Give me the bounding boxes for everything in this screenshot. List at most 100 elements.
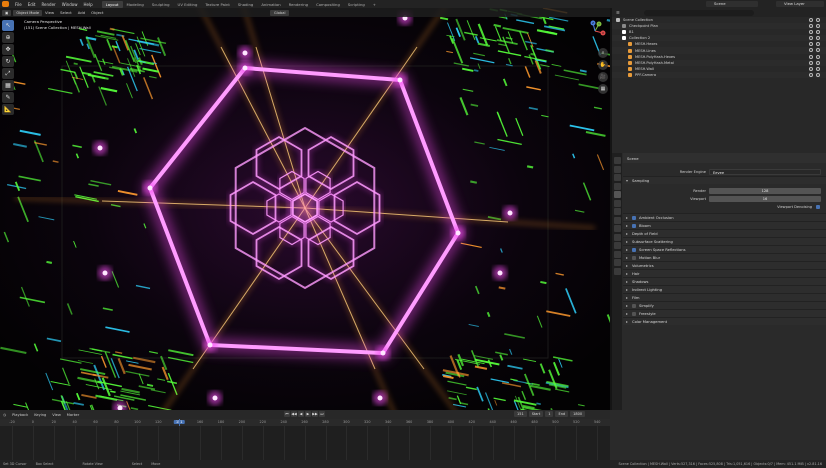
physics-tab-icon[interactable] (613, 233, 621, 241)
panel-expand-icon[interactable] (626, 320, 628, 323)
viewport-menu-view[interactable]: View (42, 10, 57, 15)
workspace-tab-modeling[interactable]: Modeling (123, 1, 148, 8)
render-camera-icon[interactable] (816, 72, 820, 77)
render-camera-icon[interactable] (816, 48, 820, 53)
navigation-gizmo[interactable]: X Y Z (584, 20, 606, 42)
scene-tab-icon[interactable] (613, 191, 621, 198)
panel-enable-checkbox[interactable] (632, 223, 636, 228)
render-tab-icon[interactable] (613, 165, 621, 173)
texture-tab-icon[interactable] (613, 267, 621, 275)
render-camera-icon[interactable] (816, 24, 820, 29)
properties-panel[interactable]: Ambient Occlusion (623, 213, 826, 221)
workspace-tab-sculpting[interactable]: Sculpting (148, 1, 174, 8)
properties-panel[interactable]: Depth of Field (623, 229, 826, 237)
render-camera-icon[interactable] (816, 36, 820, 41)
jump-start-icon[interactable]: ⏮ (284, 411, 290, 417)
material-tab-icon[interactable] (613, 259, 621, 266)
tool-tab-icon[interactable] (613, 157, 621, 164)
workspace-tab-compositing[interactable]: Compositing (312, 1, 344, 8)
properties-panel[interactable]: Indirect Lighting (623, 285, 826, 293)
properties-panel[interactable]: Volumetrics (623, 261, 826, 269)
panel-expand-icon[interactable] (626, 248, 628, 251)
workspace-tab-scripting[interactable]: Scripting (344, 1, 369, 8)
prev-keyframe-icon[interactable]: ◀◀ (291, 411, 297, 417)
viewport-denoising-checkbox[interactable] (816, 205, 820, 209)
outliner-row[interactable]: PPF.Camera (612, 71, 826, 78)
viewport-menu-add[interactable]: Add (75, 10, 88, 15)
viewport-menu-select[interactable]: Select (57, 10, 75, 15)
mode-dropdown[interactable]: Object Mode (13, 9, 43, 16)
workspace-tab-layout[interactable]: Layout (101, 0, 123, 8)
panel-enable-checkbox[interactable] (632, 247, 636, 252)
visibility-eye-icon[interactable] (809, 24, 813, 29)
timeline-menu-view[interactable]: View (49, 413, 64, 417)
panel-expand-icon[interactable] (626, 312, 628, 315)
panel-expand-icon[interactable] (626, 240, 628, 243)
constraints-tab-icon[interactable] (613, 242, 621, 249)
workspace-tab-animation[interactable]: Animation (257, 1, 284, 8)
world-tab-icon[interactable] (613, 199, 621, 207)
render-camera-icon[interactable] (816, 66, 820, 71)
next-keyframe-icon[interactable]: ▶▶ (312, 411, 318, 417)
jump-end-icon[interactable]: ⏭ (319, 411, 325, 417)
particles-tab-icon[interactable] (613, 225, 621, 232)
visibility-eye-icon[interactable] (809, 18, 813, 22)
cursor-tool-icon[interactable]: ⊕ (2, 32, 14, 43)
properties-panel[interactable]: Simplify (623, 301, 826, 309)
properties-panel[interactable]: Hair (623, 269, 826, 277)
current-frame-field[interactable]: 151 (514, 411, 527, 417)
panel-enable-checkbox[interactable] (632, 255, 636, 260)
properties-panel[interactable]: Color Management (623, 317, 826, 325)
timeline-menu-playback[interactable]: Playback (9, 413, 31, 417)
visibility-eye-icon[interactable] (809, 66, 813, 71)
end-frame-field[interactable]: 1800 (570, 411, 586, 417)
3d-viewport[interactable]: ▣ Object Mode View Select Add Object Glo… (0, 8, 610, 410)
timeline-editor-icon[interactable]: ◷ (0, 413, 9, 417)
editor-type-button[interactable]: ▣ (2, 9, 12, 16)
object-tab-icon[interactable] (613, 208, 621, 215)
view-layer-selector[interactable]: View Layer (776, 1, 824, 7)
visibility-eye-icon[interactable] (809, 54, 813, 59)
workspace-tab-rendering[interactable]: Rendering (285, 1, 312, 8)
render-samples-field[interactable]: 128 (709, 188, 821, 194)
outliner-search-input[interactable] (643, 9, 754, 16)
view-layer-tab-icon[interactable] (613, 182, 621, 190)
timeline-ruler[interactable]: -200204060801001201511601802002202402602… (0, 419, 610, 426)
data-tab-icon[interactable] (613, 250, 621, 258)
render-camera-icon[interactable] (816, 42, 820, 47)
render-camera-icon[interactable] (816, 60, 820, 65)
panel-expand-icon[interactable] (626, 304, 628, 307)
render-camera-icon[interactable] (816, 54, 820, 59)
render-camera-icon[interactable] (816, 18, 820, 22)
workspace-tab-shading[interactable]: Shading (234, 1, 257, 8)
start-frame-field[interactable]: 1 (545, 411, 554, 417)
panel-expand-icon[interactable] (626, 256, 628, 259)
transform-tool-icon[interactable]: ▦ (2, 80, 14, 91)
properties-panel[interactable]: Screen Space Reflections (623, 245, 826, 253)
blender-logo-icon[interactable] (2, 1, 9, 7)
menu-window[interactable]: Window (59, 2, 81, 7)
panel-expand-icon[interactable] (626, 264, 628, 267)
modifier-tab-icon[interactable] (613, 216, 621, 224)
panel-expand-icon[interactable] (626, 272, 628, 275)
menu-edit[interactable]: Edit (25, 2, 39, 7)
panel-enable-checkbox[interactable] (632, 303, 636, 308)
workspace-tab-texture-paint[interactable]: Texture Paint (201, 1, 234, 8)
menu-render[interactable]: Render (38, 2, 58, 7)
output-tab-icon[interactable] (613, 174, 621, 181)
rotate-tool-icon[interactable]: ↻ (2, 56, 14, 67)
panel-sampling[interactable]: Sampling (623, 176, 826, 184)
properties-panel[interactable]: Subsurface Scattering (623, 237, 826, 245)
render-engine-dropdown[interactable]: Eevee (709, 169, 821, 175)
panel-expand-icon[interactable] (626, 232, 628, 235)
panel-enable-checkbox[interactable] (632, 311, 636, 316)
viewport-samples-field[interactable]: 16 (709, 196, 821, 202)
play-reverse-icon[interactable]: ◀ (298, 411, 304, 417)
camera-view-icon[interactable]: 🎥 (598, 72, 608, 82)
properties-panel[interactable]: Freestyle (623, 309, 826, 317)
grid-toggle-icon[interactable]: ▦ (598, 84, 608, 94)
visibility-eye-icon[interactable] (809, 60, 813, 65)
panel-expand-icon[interactable] (626, 224, 628, 227)
add-workspace-button[interactable]: + (369, 1, 380, 8)
measure-tool-icon[interactable]: 📐 (2, 104, 14, 115)
